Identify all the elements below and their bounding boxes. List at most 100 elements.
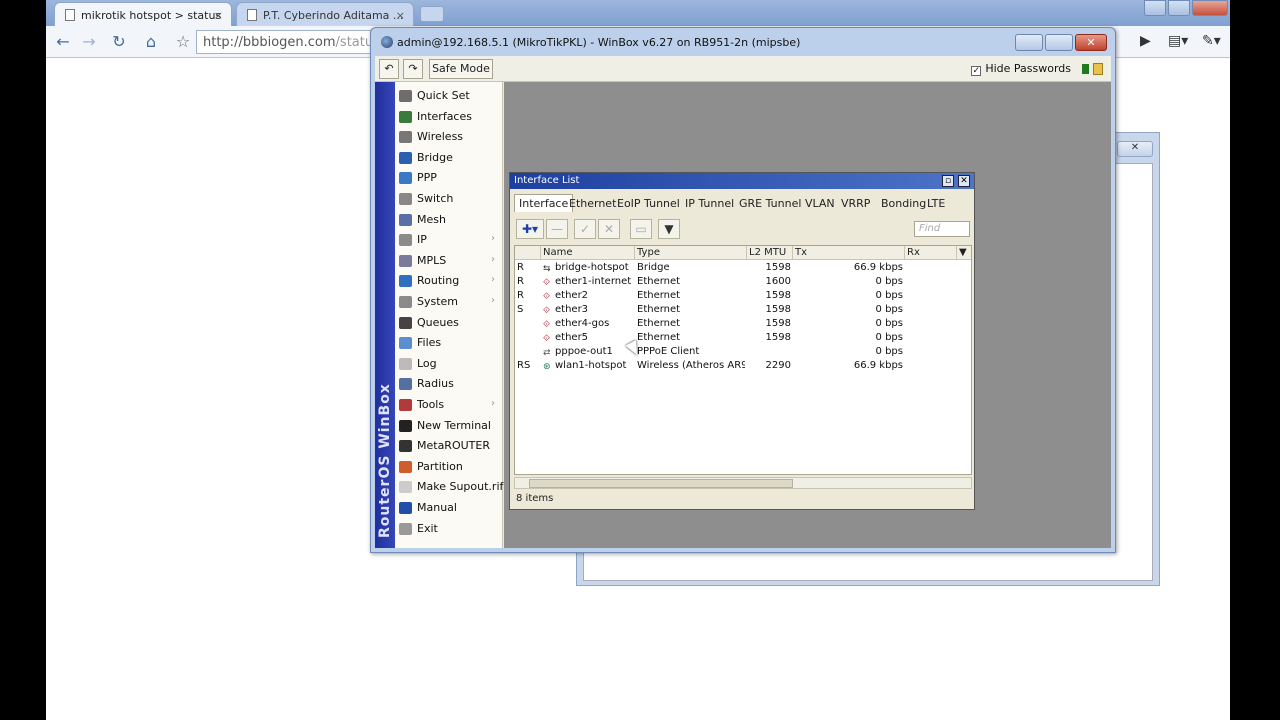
table-row[interactable]: R ⟐ ether2 Ethernet 1598 0 bps	[515, 289, 971, 303]
interface-list-window: Interface List ▫ ✕ Interface Ethernet EoIP…	[509, 172, 975, 510]
supout-icon	[399, 481, 412, 494]
cell-tx: 0 bps	[875, 332, 903, 343]
menu-item-radius[interactable]: Radius	[395, 374, 503, 394]
metarouter-icon	[399, 440, 412, 453]
add-button[interactable]: ✚▾	[516, 219, 544, 239]
column-name[interactable]: Name	[541, 246, 635, 260]
menu-item-manual[interactable]: Manual	[395, 498, 503, 518]
menu-item-switch[interactable]: Switch	[395, 189, 503, 209]
remove-button[interactable]: —	[546, 219, 568, 239]
column-flag[interactable]	[515, 246, 541, 260]
menu-item-label: Interfaces	[417, 109, 472, 123]
window-controls: ✕	[1015, 34, 1107, 52]
address-bar[interactable]: http://bbbiogen.com/status	[196, 30, 376, 54]
undo-button[interactable]: ↶	[379, 59, 399, 79]
close-button[interactable]: ✕	[1075, 34, 1107, 51]
star-icon[interactable]: ☆	[172, 31, 194, 53]
table-row[interactable]: R ⇆ bridge-hotspot Bridge 1598 66.9 kbps	[515, 261, 971, 275]
table-row[interactable]: RS ⊛ wlan1-hotspot Wireless (Atheros AR9...…	[515, 359, 971, 373]
page-menu-icon[interactable]: ▤▾	[1168, 33, 1188, 49]
find-input[interactable]: Find	[914, 221, 970, 237]
menu-item-routing[interactable]: Routing ›	[395, 271, 503, 291]
close-button[interactable]: ✕	[958, 175, 970, 187]
filter-icon[interactable]: ▼	[658, 219, 680, 239]
menu-item-tools[interactable]: Tools ›	[395, 395, 503, 415]
menu-item-quick-set[interactable]: Quick Set	[395, 86, 503, 106]
tab-vlan[interactable]: VLAN	[800, 194, 840, 212]
menu-item-partition[interactable]: Partition	[395, 457, 503, 477]
menu-item-bridge[interactable]: Bridge	[395, 148, 503, 168]
table-row[interactable]: ⟐ ether4-gos Ethernet 1598 0 bps	[515, 317, 971, 331]
wrench-icon[interactable]: ✎▾	[1202, 33, 1221, 49]
horizontal-scrollbar[interactable]	[514, 477, 972, 489]
table-row[interactable]: ⟐ ether5 Ethernet 1598 0 bps	[515, 331, 971, 345]
menu-item-make-supout-rif[interactable]: Make Supout.rif	[395, 477, 503, 497]
minimize-button[interactable]	[1015, 34, 1043, 51]
cell-type: Wireless (Atheros AR9...	[637, 360, 745, 371]
maximize-button[interactable]	[1045, 34, 1073, 51]
cell-name: ⟐ ether2	[543, 290, 635, 301]
partition-icon	[399, 460, 412, 473]
cell-type: PPPoE Client	[637, 346, 700, 357]
menu-item-label: Radius	[417, 377, 454, 391]
scrollbar-thumb[interactable]	[529, 479, 793, 488]
hide-passwords-checkbox[interactable]: ✓ Hide Passwords	[971, 62, 1071, 76]
column-rx[interactable]: Rx	[905, 246, 957, 260]
comment-button[interactable]: ▭	[630, 219, 652, 239]
table-row[interactable]: R ⟐ ether1-internet Ethernet 1600 0 bps	[515, 275, 971, 289]
menu-item-log[interactable]: Log	[395, 354, 503, 374]
menu-item-ip[interactable]: IP ›	[395, 230, 503, 250]
minimize-button[interactable]	[1144, 0, 1166, 16]
menu-item-mpls[interactable]: MPLS ›	[395, 251, 503, 271]
menu-item-exit[interactable]: Exit	[395, 519, 503, 539]
column-l2mtu[interactable]: L2 MTU	[747, 246, 793, 260]
menu-item-wireless[interactable]: Wireless	[395, 127, 503, 147]
page-icon	[247, 9, 257, 21]
tab-title: P.T. Cyberindo Aditama ...	[263, 9, 404, 22]
tab-lte[interactable]: LTE	[922, 194, 950, 212]
safe-mode-button[interactable]: Safe Mode	[429, 59, 493, 79]
enable-button[interactable]: ✓	[574, 219, 596, 239]
menu-item-interfaces[interactable]: Interfaces	[395, 107, 503, 127]
tab-ip-tunnel[interactable]: IP Tunnel	[680, 194, 739, 212]
interface-toolbar: ✚▾ — ✓ ✕ ▭ ▼ Find	[514, 217, 972, 241]
home-icon[interactable]: ⌂	[140, 31, 162, 53]
close-button[interactable]: ✕	[1117, 141, 1153, 157]
back-icon[interactable]: ←	[52, 31, 74, 53]
menu-item-mesh[interactable]: Mesh	[395, 210, 503, 230]
close-window-button[interactable]	[1192, 0, 1228, 16]
menu-item-system[interactable]: System ›	[395, 292, 503, 312]
forward-icon[interactable]: →	[78, 31, 100, 53]
columns-dropdown-icon[interactable]: ▼	[957, 246, 971, 260]
column-tx[interactable]: Tx	[793, 246, 905, 260]
tab-eoip-tunnel[interactable]: EoIP Tunnel	[612, 194, 685, 212]
menu-item-new-terminal[interactable]: New Terminal	[395, 416, 503, 436]
restore-button[interactable]: ▫	[942, 175, 954, 187]
terminal-icon	[399, 419, 412, 432]
close-icon[interactable]: ×	[396, 9, 405, 22]
disable-button[interactable]: ✕	[598, 219, 620, 239]
reload-icon[interactable]: ↻	[108, 31, 130, 53]
close-icon[interactable]: ×	[214, 9, 223, 22]
tab-vrrp[interactable]: VRRP	[836, 194, 875, 212]
menu-item-metarouter[interactable]: MetaROUTER	[395, 436, 503, 456]
cell-mtu: 1598	[765, 290, 791, 301]
play-icon[interactable]: ▶	[1140, 33, 1151, 49]
menu-item-label: MetaROUTER	[417, 439, 490, 453]
eth-interface-icon: ⟐	[543, 292, 551, 302]
table-row[interactable]: ⇄ pppoe-out1 PPPoE Client 0 bps	[515, 345, 971, 359]
table-row[interactable]: S ⟐ ether3 Ethernet 1598 0 bps	[515, 303, 971, 317]
browser-tabbar: mikrotik hotspot > status × P.T. Cyberin…	[46, 0, 1230, 26]
menu-item-files[interactable]: Files	[395, 333, 503, 353]
exit-icon	[399, 522, 412, 535]
tab-gre-tunnel[interactable]: GRE Tunnel	[734, 194, 806, 212]
column-type[interactable]: Type	[635, 246, 747, 260]
browser-tab-2[interactable]: P.T. Cyberindo Aditama ... ×	[236, 2, 414, 26]
new-tab-button[interactable]	[420, 6, 444, 22]
winbox-client: ↶ ↷ Safe Mode ✓ Hide Passwords RouterOS W…	[375, 56, 1111, 548]
menu-item-ppp[interactable]: PPP	[395, 168, 503, 188]
browser-tab-1[interactable]: mikrotik hotspot > status ×	[54, 2, 232, 26]
redo-button[interactable]: ↷	[403, 59, 423, 79]
maximize-button[interactable]	[1168, 0, 1190, 16]
menu-item-queues[interactable]: Queues	[395, 313, 503, 333]
